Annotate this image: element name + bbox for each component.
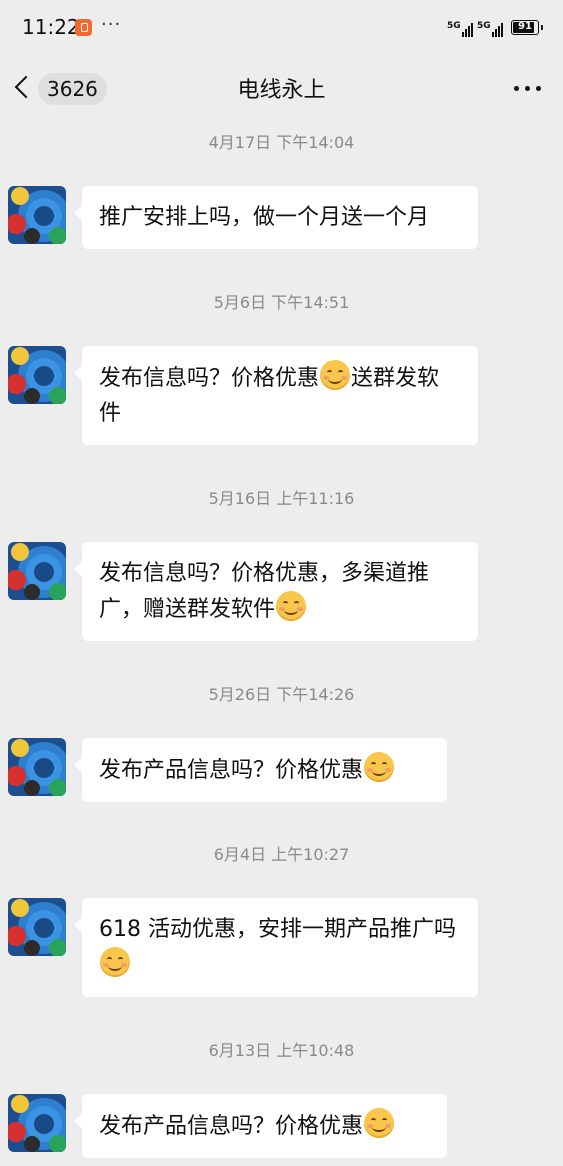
chat-header: 3626 电线永上 <box>0 54 563 120</box>
message-bubble[interactable]: 发布产品信息吗？价格优惠 <box>74 738 447 802</box>
more-options-icon[interactable] <box>514 86 541 91</box>
message-timestamp: 6月4日 上午10:27 <box>213 845 350 864</box>
message-bubble[interactable]: 发布信息吗？价格优惠，多渠道推广，赠送群发软件 <box>74 542 478 641</box>
smile-emoji-icon <box>364 752 395 782</box>
battery-level: 91 <box>518 21 532 32</box>
status-bar: 11:22 ··· 5G 5G 91 <box>0 0 563 54</box>
signal-icon-2: 5G <box>477 21 503 37</box>
status-more-icon: ··· <box>101 14 122 35</box>
message-timestamp: 5月26日 下午14:26 <box>208 685 355 704</box>
sender-avatar[interactable] <box>8 346 66 404</box>
message-text: 发布产品信息吗？价格优惠 <box>99 758 364 783</box>
message-text: 发布产品信息吗？价格优惠 <box>99 1114 364 1139</box>
message-timestamp: 5月16日 上午11:16 <box>208 489 355 508</box>
status-indicators: 5G 5G 91 <box>447 17 543 37</box>
message-text: 618 活动优惠，安排一期产品推广吗 <box>99 917 456 942</box>
sender-avatar[interactable] <box>8 186 66 244</box>
signal-icon: 5G <box>447 21 473 37</box>
message-text: 推广安排上吗，做一个月送一个月 <box>99 205 430 230</box>
message-bubble[interactable]: 推广安排上吗，做一个月送一个月 <box>74 186 478 249</box>
network-type-label: 5G <box>447 21 461 31</box>
message-timestamp: 5月6日 下午14:51 <box>213 293 350 312</box>
smile-emoji-icon <box>100 947 130 977</box>
smile-emoji-icon <box>276 591 307 621</box>
message-timestamp: 6月13日 上午10:48 <box>208 1041 355 1060</box>
message-bubble[interactable]: 发布信息吗？价格优惠 送群发软件 <box>74 346 478 445</box>
chat-title: 电线永上 <box>237 78 326 103</box>
message-bubble[interactable]: 发布产品信息吗？价格优惠 <box>74 1094 447 1158</box>
battery-icon: 91 <box>511 20 543 35</box>
message-text: 发布信息吗？价格优惠 <box>99 366 320 391</box>
smile-emoji-icon <box>320 360 351 390</box>
message-text: 发布信息吗？价格优惠，多渠道推广，赠送群发软件 <box>99 561 430 622</box>
message-timestamp: 4月17日 下午14:04 <box>208 133 355 152</box>
sender-avatar[interactable] <box>8 542 66 600</box>
sender-avatar[interactable] <box>8 738 66 796</box>
app-notification-icon <box>75 19 92 36</box>
message-bubble[interactable]: 618 活动优惠，安排一期产品推广吗 <box>74 898 478 997</box>
status-time: 11:22 <box>22 15 80 39</box>
network-type-label-2: 5G <box>477 21 491 31</box>
sender-avatar[interactable] <box>8 898 66 956</box>
sender-avatar[interactable] <box>8 1094 66 1152</box>
smile-emoji-icon <box>364 1108 395 1138</box>
